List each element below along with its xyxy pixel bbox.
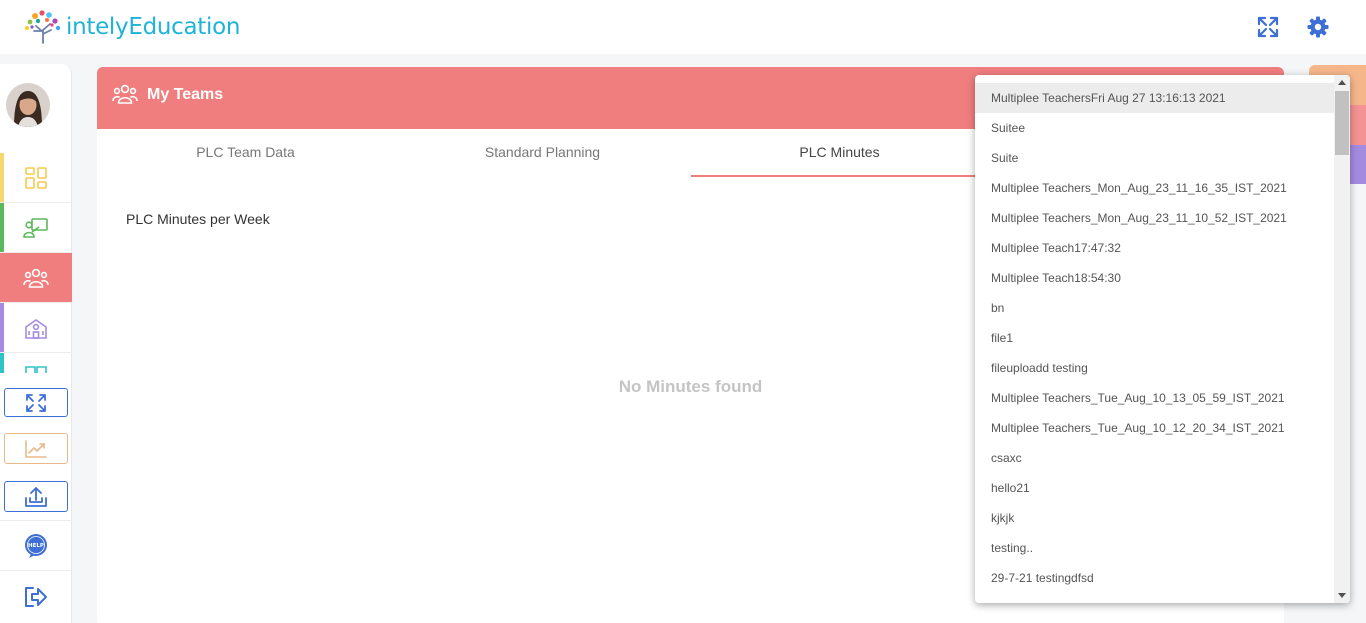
- brand-name: intelyEducation: [66, 14, 241, 40]
- dropdown-option[interactable]: Multiplee Teach17:47:32: [975, 233, 1334, 263]
- school-building-icon: [25, 318, 47, 339]
- sidebar-item-more[interactable]: [0, 353, 72, 373]
- logo-tree-icon: [25, 10, 61, 44]
- settings-button[interactable]: [1306, 15, 1330, 39]
- dropdown-option[interactable]: bn: [975, 293, 1334, 323]
- dropdown-option[interactable]: file1: [975, 323, 1334, 353]
- dropdown-option[interactable]: Multiplee TeachersFri Aug 27 13:16:13 20…: [975, 83, 1334, 113]
- dropdown-option[interactable]: Multiplee Teachers_Tue_Aug_10_12_20_34_I…: [975, 413, 1334, 443]
- user-photo-icon: [6, 83, 50, 127]
- scrollbar-thumb[interactable]: [1335, 91, 1349, 155]
- dropdown-option[interactable]: 29-7-21 testingdfsd: [975, 563, 1334, 593]
- dropdown-option[interactable]: Suitee: [975, 113, 1334, 143]
- expand-arrows-icon: [1257, 16, 1279, 38]
- upload-icon: [25, 486, 47, 507]
- dropdown-option[interactable]: Multiplee Teach18:54:30: [975, 263, 1334, 293]
- dropdown-options-list: Multiplee TeachersFri Aug 27 13:16:13 20…: [975, 83, 1334, 593]
- analytics-tool-button[interactable]: [4, 433, 68, 464]
- grid-icon: [25, 166, 47, 189]
- sidebar-item-school[interactable]: [0, 303, 72, 353]
- scroll-down-arrow-icon[interactable]: [1338, 593, 1346, 598]
- sidebar-accent: [0, 353, 4, 373]
- tab-standard-planning[interactable]: Standard Planning: [394, 129, 691, 177]
- top-bar: intelyEducation: [0, 0, 1366, 54]
- gear-icon: [1307, 16, 1329, 38]
- logout-icon: [25, 587, 47, 607]
- expand-arrows-icon: [26, 393, 46, 412]
- fullscreen-button[interactable]: [1256, 15, 1280, 39]
- dropdown-option[interactable]: Multiplee Teachers_Mon_Aug_23_11_16_35_I…: [975, 173, 1334, 203]
- tab-plc-team-data[interactable]: PLC Team Data: [97, 129, 394, 177]
- dropdown-option[interactable]: kjkjk: [975, 503, 1334, 533]
- sidebar-item-dashboard[interactable]: [0, 153, 72, 203]
- page-title: My Teams: [147, 86, 224, 103]
- sidebar: HELP: [0, 64, 72, 623]
- sidebar-item-classroom[interactable]: [0, 203, 72, 253]
- help-bubble-icon: HELP: [25, 533, 47, 558]
- dropdown-option[interactable]: Suite: [975, 143, 1334, 173]
- dropdown-option[interactable]: testing..: [975, 533, 1334, 563]
- logout-button[interactable]: [0, 572, 72, 622]
- tab-plc-minutes[interactable]: PLC Minutes: [691, 129, 988, 177]
- teacher-board-icon: [23, 217, 48, 238]
- upload-tool-button[interactable]: [4, 481, 68, 512]
- section-title: PLC Minutes per Week: [126, 211, 270, 227]
- sidebar-accent: [0, 153, 4, 202]
- scroll-up-arrow-icon[interactable]: [1338, 80, 1346, 85]
- avatar[interactable]: [6, 83, 50, 127]
- users-icon: [112, 84, 138, 104]
- dropdown-option[interactable]: hello21: [975, 473, 1334, 503]
- dropdown-option[interactable]: fileuploadd testing: [975, 353, 1334, 383]
- users-icon: [23, 268, 49, 288]
- line-chart-icon: [25, 439, 47, 458]
- brand-logo[interactable]: intelyEducation: [22, 10, 240, 44]
- fullscreen-tool-button[interactable]: [4, 388, 68, 417]
- sidebar-accent: [0, 303, 4, 352]
- dropdown-option[interactable]: csaxc: [975, 443, 1334, 473]
- dropdown-option[interactable]: Multiplee Teachers_Mon_Aug_23_11_10_52_I…: [975, 203, 1334, 233]
- dropdown-scrollbar[interactable]: [1334, 75, 1350, 603]
- sidebar-accent: [0, 203, 4, 252]
- help-button[interactable]: HELP: [0, 521, 72, 571]
- sidebar-item-teams[interactable]: [0, 253, 72, 303]
- help-badge-text: HELP: [28, 543, 44, 549]
- dropdown-option[interactable]: Multiplee Teachers_Tue_Aug_10_13_05_59_I…: [975, 383, 1334, 413]
- team-select-dropdown[interactable]: Multiplee TeachersFri Aug 27 13:16:13 20…: [975, 75, 1350, 603]
- book-icon: [25, 366, 47, 373]
